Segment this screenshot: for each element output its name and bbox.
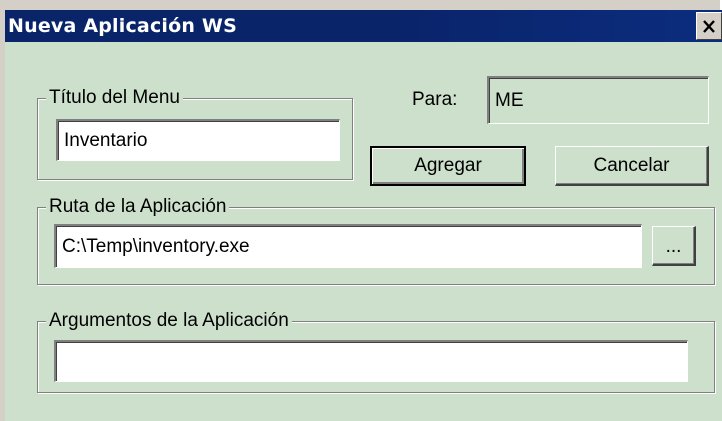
app-path-group: Ruta de la Aplicación ... — [37, 195, 715, 285]
menu-title-legend: Título del Menu — [46, 86, 183, 110]
add-button[interactable]: Agregar — [370, 146, 526, 186]
para-field — [487, 76, 709, 124]
app-path-input[interactable] — [54, 224, 642, 268]
para-label: Para: — [412, 89, 458, 110]
close-button[interactable] — [696, 12, 722, 40]
title-bar[interactable]: Nueva Aplicación WS — [5, 10, 722, 42]
menu-title-input[interactable] — [56, 119, 340, 161]
dialog-client-area: Título del Menu Para: Agregar Cancelar R… — [5, 42, 722, 421]
dialog-window: Nueva Aplicación WS Título del Menu Para… — [0, 0, 722, 421]
menu-title-group: Título del Menu — [37, 86, 353, 180]
app-args-input[interactable] — [54, 340, 688, 382]
browse-button[interactable]: ... — [652, 226, 696, 266]
window-title: Nueva Aplicación WS — [8, 15, 237, 37]
app-args-legend: Argumentos de la Aplicación — [46, 309, 292, 333]
cancel-button[interactable]: Cancelar — [555, 146, 709, 186]
close-icon — [703, 19, 715, 33]
app-args-group: Argumentos de la Aplicación — [37, 309, 715, 393]
app-path-legend: Ruta de la Aplicación — [46, 195, 230, 219]
